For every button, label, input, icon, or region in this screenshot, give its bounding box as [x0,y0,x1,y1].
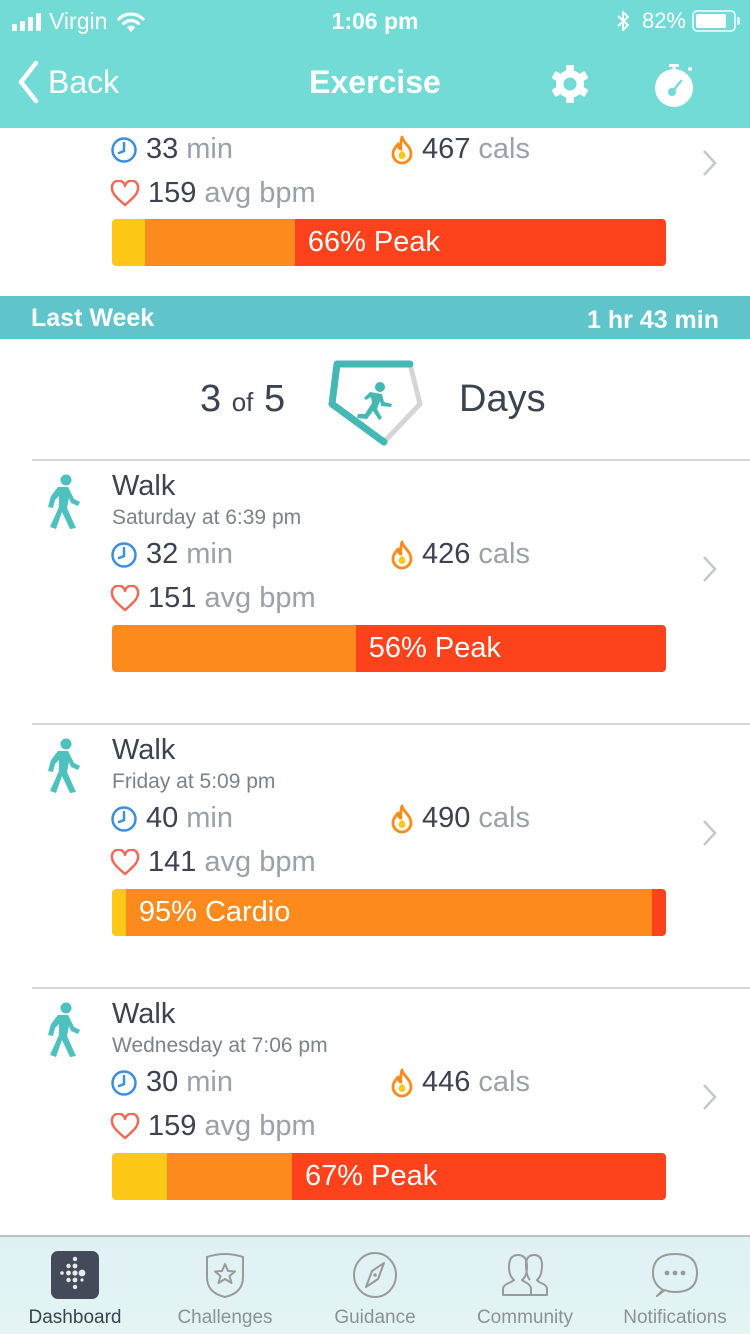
exercise-entry[interactable]: Walk Saturday at 6:39 pm 32 min 426 cals… [0,460,750,725]
chevron-right-icon[interactable] [700,1082,720,1112]
walking-person-icon [48,738,80,793]
battery-icon [692,10,740,32]
heart-zone-bar: 67% Peak [112,1153,666,1200]
section-title: Last Week [31,304,155,332]
page-title: Exercise [309,64,441,100]
duration: 32 min [110,538,233,571]
calories: 490 cals [390,802,530,835]
zone-label: 67% Peak [305,1160,438,1192]
zone-fat-burn [112,889,126,936]
walking-person-icon [48,474,80,529]
chevron-right-icon[interactable] [700,148,720,178]
compass-icon [353,1252,397,1298]
duration: 33 min [110,133,233,166]
running-person-icon [357,382,392,420]
clock-icon [111,136,137,163]
heart-zone-bar: 66% Peak [112,219,666,266]
zone-peak [652,889,666,936]
fitbit-logo-icon [51,1251,99,1299]
clock-icon [111,1069,137,1096]
tab-bar: Dashboard Challenges Guidance Community … [0,1235,750,1334]
calories: 426 cals [390,538,530,571]
chevron-right-icon[interactable] [700,554,720,584]
calories: 446 cals [390,1066,530,1099]
chat-bubble-icon [652,1253,698,1297]
activity-name: Walk [112,998,176,1030]
heart-icon [110,179,140,206]
people-icon [502,1254,548,1296]
bluetooth-icon [617,11,629,31]
activity-time: Friday at 5:09 pm [112,770,276,793]
section-header: Last Week 1 hr 43 min [0,296,750,339]
heart-icon [110,584,140,611]
goal-unit: Days [459,378,546,420]
stopwatch-icon[interactable] [650,60,698,108]
goal-count: 3 of 5 [200,378,286,420]
exercise-entry[interactable]: Walk Wednesday at 7:06 pm 30 min 446 cal… [0,988,750,1253]
zone-fat-burn [112,219,146,266]
flame-icon [391,804,413,833]
flame-icon [391,1068,413,1097]
heart-rate: 159 avg bpm [110,177,316,210]
duration: 30 min [110,1066,233,1099]
zone-cardio [112,625,356,672]
flame-icon [391,540,413,569]
tab-guidance[interactable]: Guidance [300,1237,450,1334]
zone-label: 66% Peak [307,226,441,258]
tab-dashboard[interactable]: Dashboard [0,1237,150,1334]
flame-icon [391,135,413,164]
heart-rate: 151 avg bpm [110,582,316,615]
heart-rate: 141 avg bpm [110,846,316,879]
tab-challenges[interactable]: Challenges [150,1237,300,1334]
duration: 40 min [110,802,233,835]
zone-label: 95% Cardio [138,896,291,928]
weekly-goal: 3 of 5 Days [0,340,750,460]
battery-percent: 82% [641,8,686,33]
activity-time: Saturday at 6:39 pm [112,506,302,529]
section-total: 1 hr 43 min [587,306,719,334]
walking-person-icon [48,1002,80,1057]
zone-label: 56% Peak [368,632,501,664]
tab-notifications[interactable]: Notifications [600,1237,750,1334]
zone-cardio [145,219,295,266]
tab-community[interactable]: Community [450,1237,600,1334]
star-badge-icon [206,1253,244,1299]
clock-icon [111,805,137,832]
zone-cardio [167,1153,293,1200]
heart-icon [110,1112,140,1139]
heart-rate: 159 avg bpm [110,1110,316,1143]
gear-icon[interactable] [548,62,592,106]
activity-time: Wednesday at 7:06 pm [112,1034,328,1057]
exercise-entry[interactable]: 33 min 467 cals 159 avg bpm 66% Peak [0,128,750,294]
header: Virgin 1:06 pm 82% Back Exercise [0,0,750,128]
clock-icon [111,541,137,568]
exercise-entry[interactable]: Walk Friday at 5:09 pm 40 min 490 cals 1… [0,724,750,989]
activity-name: Walk [112,734,176,766]
calories: 467 cals [390,133,530,166]
zone-fat-burn [112,1153,168,1200]
activity-name: Walk [112,470,176,502]
goal-badge-icon [328,360,423,446]
chevron-right-icon[interactable] [700,818,720,848]
heart-zone-bar: 56% Peak [112,625,666,672]
heart-icon [110,848,140,875]
status-bar: Virgin 1:06 pm 82% [0,0,750,40]
heart-zone-bar: 95% Cardio [112,889,666,936]
